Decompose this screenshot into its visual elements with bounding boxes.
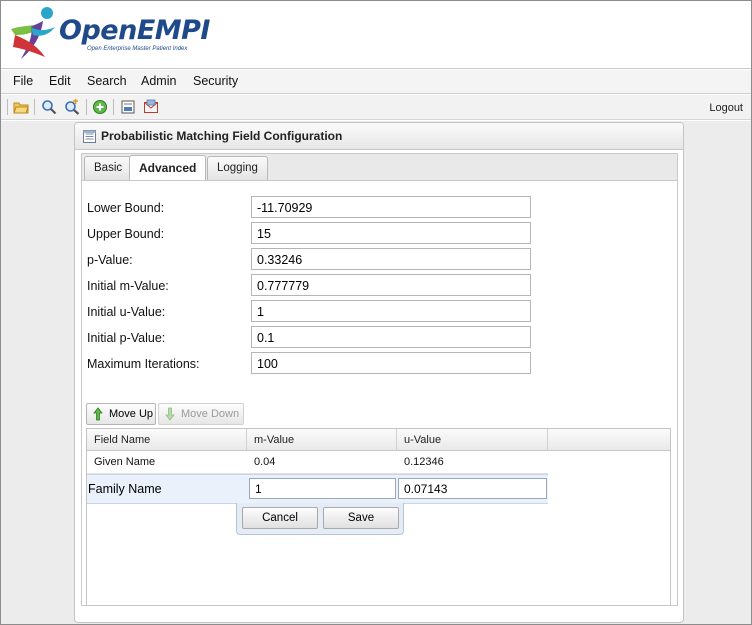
menu-file[interactable]: File xyxy=(13,74,33,88)
tab-logging[interactable]: Logging xyxy=(207,156,268,181)
move-up-label: Move Up xyxy=(109,408,154,420)
column-header-field-name[interactable]: Field Name xyxy=(87,429,247,451)
move-down-label: Move Down xyxy=(181,408,240,420)
add-icon[interactable] xyxy=(92,99,108,115)
initial-m-value-label: Initial m-Value: xyxy=(87,279,169,293)
column-header-u-value[interactable]: u-Value xyxy=(397,429,548,451)
mail-icon[interactable] xyxy=(143,99,159,115)
logout-link[interactable]: Logout xyxy=(709,102,743,114)
move-up-button[interactable]: Move Up xyxy=(86,403,156,425)
config-icon xyxy=(83,130,96,143)
editor-buttons: Cancel Save xyxy=(236,503,404,535)
lower-bound-input[interactable]: -11.70929 xyxy=(251,196,531,218)
tab-basic[interactable]: Basic xyxy=(84,156,133,181)
p-value-label: p-Value: xyxy=(87,253,133,267)
column-header-m-value[interactable]: m-Value xyxy=(247,429,397,451)
p-value-input[interactable]: 0.33246 xyxy=(251,248,531,270)
row-editor: Family Name 1 0.07143 xyxy=(87,474,548,504)
table-row[interactable]: Given Name 0.04 0.12346 xyxy=(87,451,548,474)
move-down-button[interactable]: Move Down xyxy=(158,403,244,425)
cancel-button[interactable]: Cancel xyxy=(242,507,318,529)
toolbar-separator xyxy=(34,99,35,115)
grid-header: Field Name m-Value u-Value xyxy=(87,429,670,451)
cell-u-value: 0.12346 xyxy=(404,456,444,468)
zoom-in-icon[interactable] xyxy=(64,99,80,115)
open-folder-icon[interactable] xyxy=(13,99,29,115)
openempi-logo-icon xyxy=(11,7,55,59)
header: OpenEMPI Open Enterprise Master Patient … xyxy=(1,1,751,69)
editor-field-name: Family Name xyxy=(88,482,162,496)
save-button[interactable]: Save xyxy=(323,507,399,529)
report-icon[interactable] xyxy=(120,99,136,115)
menu-security[interactable]: Security xyxy=(193,74,238,88)
panel-title: Probabilistic Matching Field Configurati… xyxy=(101,129,343,143)
cell-m-value: 0.04 xyxy=(254,456,276,468)
lower-bound-label: Lower Bound: xyxy=(87,201,165,215)
upper-bound-label: Upper Bound: xyxy=(87,227,165,241)
initial-u-value-input[interactable]: 1 xyxy=(251,300,531,322)
zoom-icon[interactable] xyxy=(41,99,57,115)
cell-field-name: Given Name xyxy=(94,456,156,468)
logo-text: OpenEMPI xyxy=(59,15,210,46)
menu-edit[interactable]: Edit xyxy=(49,74,71,88)
initial-u-value-label: Initial u-Value: xyxy=(87,305,166,319)
maximum-iterations-label: Maximum Iterations: xyxy=(87,357,200,371)
main-area: Probabilistic Matching Field Configurati… xyxy=(1,121,751,624)
tab-bar: Basic Advanced Logging xyxy=(81,153,678,181)
config-panel: Probabilistic Matching Field Configurati… xyxy=(74,122,684,623)
toolbar-separator xyxy=(86,99,87,115)
panel-header: Probabilistic Matching Field Configurati… xyxy=(75,123,683,150)
editor-m-value-input[interactable]: 1 xyxy=(249,478,396,499)
arrow-down-icon xyxy=(165,407,175,421)
editor-u-value-input[interactable]: 0.07143 xyxy=(398,478,547,499)
logo-tagline: Open Enterprise Master Patient Index xyxy=(87,46,188,52)
toolbar-separator xyxy=(7,99,8,115)
maximum-iterations-input[interactable]: 100 xyxy=(251,352,531,374)
menubar: File Edit Search Admin Security xyxy=(1,70,751,94)
advanced-tab-content: Lower Bound: -11.70929 Upper Bound: 15 p… xyxy=(81,180,678,606)
menu-search[interactable]: Search xyxy=(87,74,127,88)
upper-bound-input[interactable]: 15 xyxy=(251,222,531,244)
tab-advanced[interactable]: Advanced xyxy=(129,155,207,181)
menu-admin[interactable]: Admin xyxy=(141,74,176,88)
toolbar: Logout xyxy=(1,95,751,120)
field-grid: Field Name m-Value u-Value Given Name 0.… xyxy=(86,428,671,606)
arrow-up-icon xyxy=(93,407,103,421)
toolbar-separator xyxy=(113,99,114,115)
initial-p-value-input[interactable]: 0.1 xyxy=(251,326,531,348)
initial-m-value-input[interactable]: 0.777779 xyxy=(251,274,531,296)
initial-p-value-label: Initial p-Value: xyxy=(87,331,166,345)
